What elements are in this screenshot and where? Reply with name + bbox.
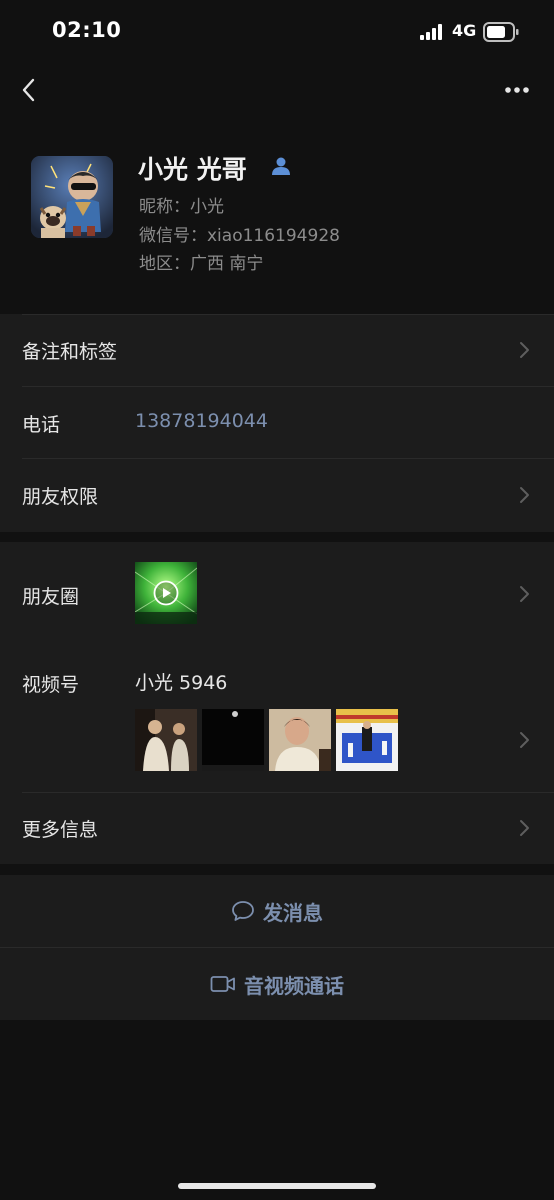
phone-label: 电话 [22,414,61,436]
channels-thumbnail-2 [202,709,264,771]
moments-label: 朋友圈 [22,586,80,608]
friend-permissions-row[interactable]: 朋友权限 [0,458,554,532]
nickname-text: 昵称：小光 [139,197,224,217]
moments-row[interactable]: 朋友圈 [0,542,554,648]
friend-permissions-label: 朋友权限 [22,486,99,508]
channels-label: 视频号 [22,674,80,696]
chat-bubble-icon [232,901,254,921]
wechat-id-text: 微信号：xiao116194928 [139,226,340,246]
video-camera-icon [210,976,235,992]
remark-tags-row[interactable]: 备注和标签 [0,314,554,386]
more-info-row[interactable]: 更多信息 [0,792,554,864]
more-info-label: 更多信息 [22,819,99,841]
channels-thumbnail-4 [336,709,398,771]
phone-row: 电话 13878194044 [0,386,554,458]
chevron-right-icon [520,342,529,358]
status-time: 02:10 [52,18,122,42]
home-indicator [178,1183,376,1189]
remark-tags-label: 备注和标签 [22,341,118,363]
chevron-right-icon [520,586,529,602]
channels-row[interactable]: 视频号 小光 5946 [0,648,554,792]
moments-thumbnail [135,562,197,624]
av-call-button[interactable]: 音视频通话 [0,948,554,1020]
chevron-left-icon[interactable] [16,76,44,104]
social-section: 朋友圈 视频号 小光 5946 更多信息 [0,542,554,864]
ellipsis-icon[interactable] [500,76,534,104]
nav-bar [0,62,554,118]
chevron-right-icon [520,487,529,503]
avatar[interactable] [31,156,113,238]
channels-name: 小光 5946 [135,672,228,694]
av-call-label: 音视频通话 [244,973,344,998]
battery-icon [483,22,519,42]
send-message-label: 发消息 [263,900,323,925]
avatar-image [31,156,113,238]
region-text: 地区：广西 南宁 [139,254,264,274]
network-label: 4G [452,21,477,40]
profile-header: 小光 光哥 昵称：小光 微信号：xiao116194928 地区：广西 南宁 [0,138,554,314]
channels-thumbnail-1 [135,709,197,771]
send-message-button[interactable]: 发消息 [0,875,554,947]
person-icon [272,157,290,175]
status-bar: 02:10 4G [0,0,554,62]
profile-name: 小光 光哥 [138,155,247,184]
chevron-right-icon [520,732,529,748]
signal-icon [420,24,442,40]
info-section: 备注和标签 电话 13878194044 朋友权限 [0,314,554,532]
phone-number-link[interactable]: 13878194044 [135,410,268,432]
play-icon [153,580,179,606]
channels-thumbnail-3 [269,709,331,771]
chevron-right-icon [520,820,529,836]
